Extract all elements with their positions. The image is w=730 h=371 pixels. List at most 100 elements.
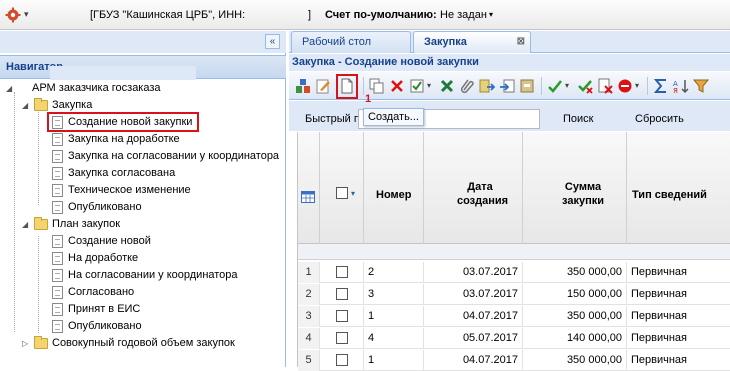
tree-item[interactable]: Принят в ЕИС xyxy=(52,301,140,318)
delete-icon[interactable] xyxy=(389,78,405,94)
search-button[interactable]: Поиск xyxy=(563,113,593,125)
row-select-cell[interactable] xyxy=(320,328,364,349)
tree-item[interactable]: Согласовано xyxy=(52,284,134,301)
collapse-triangle-icon[interactable]: ◢ xyxy=(6,80,12,97)
archive-icon[interactable] xyxy=(519,78,535,94)
grid-settings-icon[interactable] xyxy=(301,191,315,203)
chevron-down-icon[interactable]: ▾ xyxy=(427,81,431,90)
collapse-triangle-icon[interactable]: ◢ xyxy=(22,216,28,233)
row-select-cell[interactable] xyxy=(320,284,364,305)
reset-button[interactable]: Сбросить xyxy=(635,113,684,125)
cell-number: 2 xyxy=(364,262,424,283)
document-icon xyxy=(52,150,63,163)
toolbar: ▾ ▾ ▾ A Я xyxy=(289,72,730,100)
tab-label: Закупка xyxy=(424,36,467,48)
copy-icon[interactable] xyxy=(369,78,385,94)
approve-document-icon[interactable] xyxy=(409,78,425,94)
tree-item[interactable]: Опубликовано xyxy=(52,199,142,216)
select-all-checkbox[interactable] xyxy=(336,187,348,199)
transfer-icon[interactable] xyxy=(479,78,495,94)
block-icon[interactable] xyxy=(617,78,633,94)
cell-sum: 140 000,00 xyxy=(523,328,627,349)
create-tooltip: Создать... xyxy=(363,108,424,126)
chevron-down-icon[interactable]: ▾ xyxy=(565,81,569,90)
document-icon xyxy=(52,269,63,282)
table-row[interactable]: 1 2 03.07.2017 350 000,00 Первичная xyxy=(298,262,730,283)
column-type-header[interactable]: Тип сведений xyxy=(627,132,730,244)
reject-document-icon[interactable] xyxy=(597,78,613,94)
excel-export-icon[interactable] xyxy=(439,78,455,94)
table-row[interactable]: 5 1 04.07.2017 350 000,00 Первичная xyxy=(298,350,730,371)
send-icon[interactable] xyxy=(499,78,515,94)
check-icon[interactable] xyxy=(547,78,563,94)
row-checkbox[interactable] xyxy=(335,310,348,322)
tree-item[interactable]: На согласовании у координатора xyxy=(52,267,238,284)
chevron-down-icon[interactable]: ▾ xyxy=(635,81,639,90)
collapse-navigator-button[interactable]: « xyxy=(265,34,280,49)
close-icon[interactable]: ⊠ xyxy=(517,36,525,47)
tree-root[interactable]: ◢ АРМ заказчика госзаказа xyxy=(6,80,161,97)
column-header-label: Номер xyxy=(376,189,412,201)
cell-type: Первичная xyxy=(631,288,688,300)
column-sum-header[interactable]: Сумма закупки xyxy=(523,132,627,244)
filter-icon[interactable] xyxy=(693,78,709,94)
row-checkbox[interactable] xyxy=(335,288,348,300)
tree-item[interactable]: На доработке xyxy=(52,250,138,267)
tree-item[interactable]: Закупка на согласовании у координатора xyxy=(52,148,279,165)
sort-icon[interactable]: A Я xyxy=(673,78,689,94)
cell-type: Первичная xyxy=(631,332,688,344)
chevron-down-icon[interactable]: ▾ xyxy=(351,189,355,198)
default-account-value[interactable]: Не задан xyxy=(440,9,487,21)
column-date-header[interactable]: Дата создания xyxy=(424,132,523,244)
gear-menu-caret-icon[interactable]: ▾ xyxy=(24,9,29,20)
column-settings-header[interactable] xyxy=(298,132,320,244)
tree-item-label: Принят в ЕИС xyxy=(68,303,141,315)
tree-item[interactable]: Создание новой xyxy=(52,233,151,250)
sign-icon[interactable] xyxy=(577,78,593,94)
tab-desktop[interactable]: Рабочий стол xyxy=(291,31,411,53)
column-number-header[interactable]: Номер xyxy=(364,132,424,244)
tree-item[interactable]: Техническое изменение xyxy=(52,182,191,199)
edit-icon[interactable] xyxy=(315,78,331,94)
row-checkbox[interactable] xyxy=(335,354,348,366)
row-number: 3 xyxy=(298,306,320,327)
folder-icon xyxy=(34,98,48,111)
table-row[interactable]: 2 3 03.07.2017 150 000,00 Первичная xyxy=(298,284,730,305)
tree-group-annual-volume[interactable]: ▷ Совокупный годовой объем закупок xyxy=(22,335,235,352)
row-checkbox[interactable] xyxy=(335,266,348,278)
chevron-down-icon[interactable]: ▾ xyxy=(489,10,493,19)
organization-text: [ГБУЗ "Кашинская ЦРБ", ИНН: xyxy=(90,9,246,21)
expand-triangle-icon[interactable]: ▷ xyxy=(22,335,28,352)
tree-group-plan[interactable]: ◢ План закупок xyxy=(22,216,120,233)
row-select-cell[interactable] xyxy=(320,350,364,371)
column-header-label: Тип сведений xyxy=(632,189,707,201)
cell-number: 4 xyxy=(364,328,424,349)
gear-icon[interactable] xyxy=(5,7,21,23)
table-row[interactable]: 3 1 04.07.2017 350 000,00 Первичная xyxy=(298,306,730,327)
navigator-collapse-bar: « xyxy=(0,31,286,53)
cell-sum: 350 000,00 xyxy=(523,306,627,327)
tree-item[interactable]: Закупка согласована xyxy=(52,165,175,182)
collapse-triangle-icon[interactable]: ◢ xyxy=(22,97,28,114)
sum-icon[interactable] xyxy=(653,78,669,94)
row-checkbox[interactable] xyxy=(335,332,348,344)
svg-text:Я: Я xyxy=(673,87,678,94)
document-icon xyxy=(52,167,63,180)
table-row[interactable]: 4 4 05.07.2017 140 000,00 Первичная xyxy=(298,328,730,349)
row-number: 5 xyxy=(298,350,320,371)
row-select-cell[interactable] xyxy=(320,306,364,327)
tree-item[interactable]: Опубликовано xyxy=(52,318,142,335)
cell-sum: 150 000,00 xyxy=(523,284,627,305)
document-icon xyxy=(52,133,63,146)
select-all-header[interactable]: ▾ xyxy=(320,132,364,244)
tab-label: Рабочий стол xyxy=(302,36,372,48)
tree-item[interactable]: Закупка на доработке xyxy=(52,131,180,148)
attachment-icon[interactable] xyxy=(459,78,475,94)
document-icon xyxy=(52,235,63,248)
document-icon xyxy=(52,320,63,333)
tree-item-label: Закупка на доработке xyxy=(68,133,180,145)
create-document-icon[interactable] xyxy=(339,78,355,94)
org-structure-icon[interactable] xyxy=(295,78,311,94)
tab-purchase[interactable]: Закупка ⊠ xyxy=(413,31,531,53)
row-select-cell[interactable] xyxy=(320,262,364,283)
